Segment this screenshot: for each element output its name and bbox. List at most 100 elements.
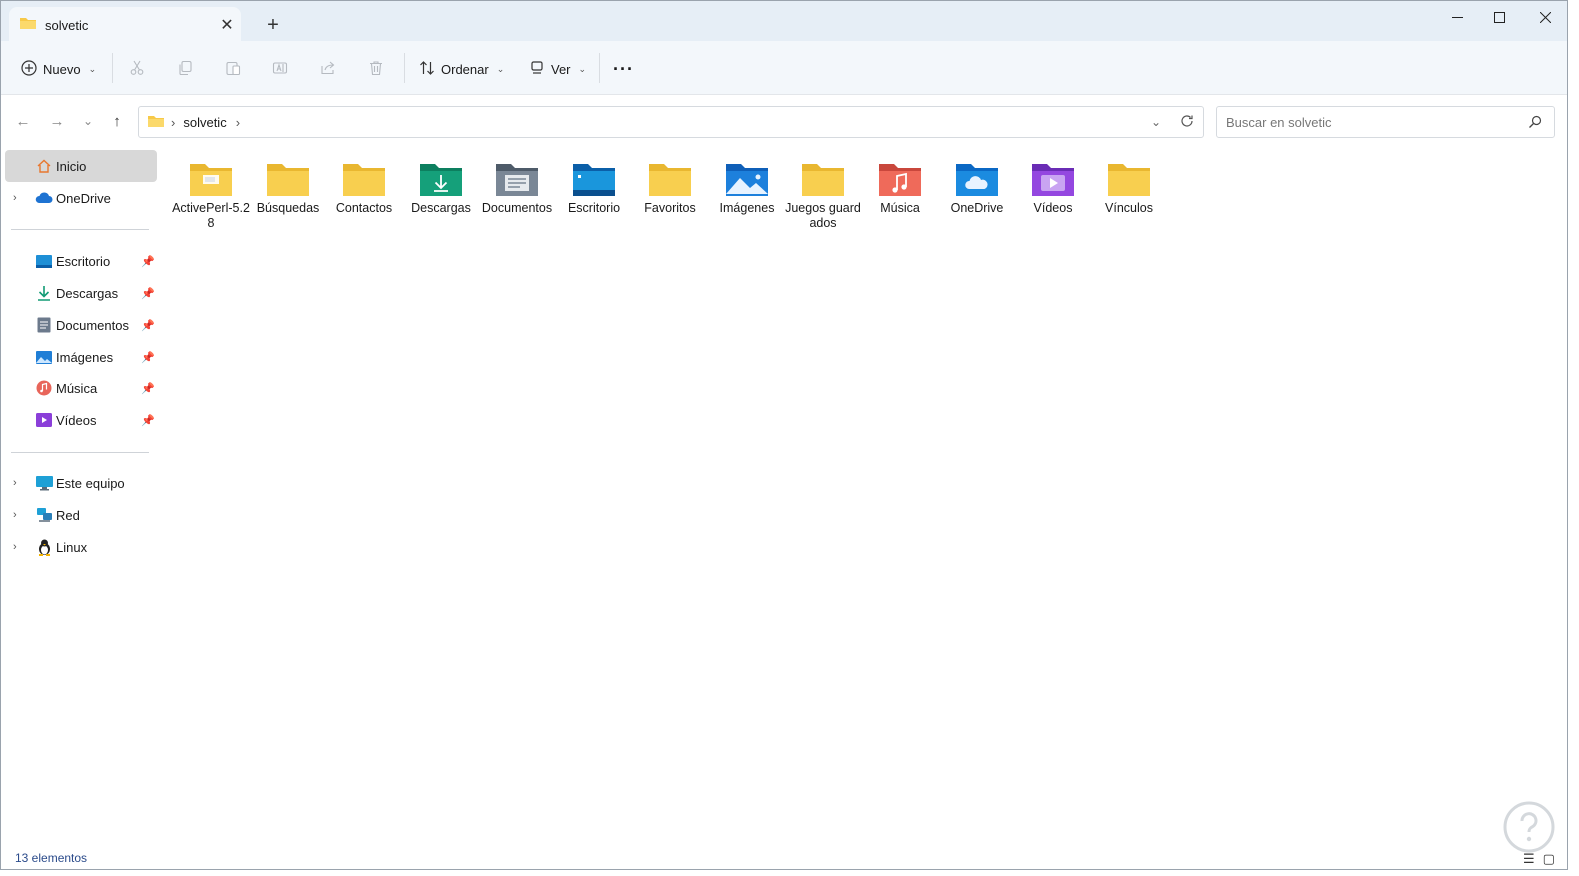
folder-item[interactable]: Escritorio [555,161,633,216]
folder-label: Música [880,201,920,215]
chevron-right-icon[interactable]: › [13,192,17,204]
sidebar-item-label: Este equipo [56,475,125,491]
new-button-label: Nuevo [43,61,81,77]
onedrive-folder-icon [938,161,1016,197]
sidebar-item-label: Música [56,380,98,396]
clipboard-icon [225,60,241,79]
onedrive-cloud-icon [35,189,53,207]
folder-icon [631,161,709,197]
sidebar-item-musica[interactable]: Música 📌 [5,372,157,404]
sidebar-item-onedrive[interactable]: › OneDrive [5,182,157,214]
folder-label: Vídeos [1033,201,1073,215]
pin-icon[interactable]: 📌 [141,319,155,332]
folder-label: Imágenes [719,201,775,215]
breadcrumb-solvetic[interactable]: solvetic [183,115,226,130]
folder-icon [1090,161,1168,197]
sidebar-item-este-equipo[interactable]: › Este equipo [5,467,157,499]
folder-item[interactable]: Juegos guardados [784,161,862,231]
pin-icon[interactable]: 📌 [141,255,155,268]
sidebar-item-label: Documentos [56,317,129,333]
divider [599,53,600,83]
recent-locations-chevron-icon[interactable]: ⌄ [77,110,99,132]
forward-arrow-icon[interactable]: → [46,110,68,132]
sidebar-item-videos[interactable]: Vídeos 📌 [5,404,157,436]
file-explorer-window: solvetic ✕ + Nuevo ⌄ Ordenar ⌄ Ver ⌄ ···… [0,0,1568,870]
sidebar-item-label: Escritorio [56,253,111,269]
paste-button[interactable] [225,55,241,83]
delete-button[interactable] [368,55,384,83]
sidebar-item-imagenes[interactable]: Imágenes 📌 [5,341,157,373]
sort-icon [419,60,435,79]
folder-grid: ActivePerl-5.28 Búsquedas Contactos Desc… [171,151,1561,841]
pin-icon[interactable]: 📌 [141,351,155,364]
folder-item[interactable]: Contactos [325,161,403,216]
chevron-right-icon[interactable]: › [13,541,17,553]
sidebar-item-linux[interactable]: › Linux [5,531,157,563]
folder-item[interactable]: Documentos [478,161,556,216]
folder-label: Búsquedas [256,201,320,215]
search-icon [1528,115,1542,132]
view-button[interactable]: Ver ⌄ [529,55,586,83]
chevron-right-icon[interactable]: › [13,509,17,521]
up-arrow-icon[interactable]: ↑ [106,110,128,132]
scissors-icon [129,60,145,79]
minimize-button[interactable] [1434,1,1480,33]
tab-solvetic[interactable]: solvetic ✕ [9,7,241,43]
folder-item[interactable]: Vínculos [1090,161,1168,216]
folder-icon [147,114,165,131]
back-arrow-icon[interactable]: ← [12,110,34,132]
close-window-button[interactable] [1522,1,1567,33]
maximize-button[interactable] [1476,1,1522,33]
video-icon [35,411,53,429]
folder-icon [19,16,37,35]
close-tab-icon[interactable]: ✕ [213,11,241,39]
sidebar-item-descargas[interactable]: Descargas 📌 [5,277,157,309]
sidebar-item-label: OneDrive [56,190,111,206]
folder-label: Documentos [481,201,553,215]
chevron-down-icon: ⌄ [578,63,587,74]
watermark-logo [1503,801,1555,853]
details-view-icon[interactable]: ☰ [1523,851,1535,867]
breadcrumb-chevron-icon: › [171,114,176,130]
tiles-view-icon[interactable]: ▢ [1543,851,1555,867]
music-icon [35,379,53,397]
more-options-button[interactable]: ··· [613,55,634,83]
plus-circle-icon [21,59,37,79]
address-history-chevron-icon[interactable]: ⌄ [1151,115,1161,129]
folder-item[interactable]: Descargas [402,161,480,216]
cut-button[interactable] [129,55,145,83]
search-box[interactable]: Buscar en solvetic [1216,106,1555,138]
refresh-icon[interactable] [1180,114,1194,131]
folder-label: Favoritos [644,201,696,215]
breadcrumb-chevron-icon[interactable]: › [236,115,240,130]
chevron-right-icon[interactable]: › [13,477,17,489]
folder-item[interactable]: Imágenes [708,161,786,216]
pin-icon[interactable]: 📌 [141,382,155,395]
share-icon [320,60,336,79]
sidebar-item-escritorio[interactable]: Escritorio 📌 [5,245,157,277]
sidebar-item-red[interactable]: › Red [5,499,157,531]
folder-item[interactable]: Búsquedas [249,161,327,216]
folder-item[interactable]: Vídeos [1014,161,1092,216]
pin-icon[interactable]: 📌 [141,287,155,300]
new-button[interactable]: Nuevo ⌄ [21,55,96,83]
address-bar[interactable]: › solvetic › ⌄ [138,106,1204,138]
sidebar-item-inicio[interactable]: Inicio [5,150,157,182]
folder-item[interactable]: ActivePerl-5.28 [172,161,250,231]
share-button[interactable] [320,55,336,83]
folder-item[interactable]: Favoritos [631,161,709,216]
desktop-folder-icon [555,161,633,197]
pin-icon[interactable]: 📌 [141,414,155,427]
new-tab-button[interactable]: + [259,11,287,39]
folder-item[interactable]: OneDrive [938,161,1016,216]
sidebar-item-label: Linux [56,539,88,555]
folder-label: Escritorio [567,201,621,215]
folder-item[interactable]: Música [861,161,939,216]
sidebar-item-documentos[interactable]: Documentos 📌 [5,309,157,341]
copy-icon [177,60,193,79]
rename-button[interactable] [272,55,288,83]
sort-button[interactable]: Ordenar ⌄ [419,55,504,83]
copy-button[interactable] [177,55,193,83]
folder-icon [249,161,327,197]
navigation-pane: Inicio › OneDrive Escritorio 📌 Descargas… [1,148,161,848]
